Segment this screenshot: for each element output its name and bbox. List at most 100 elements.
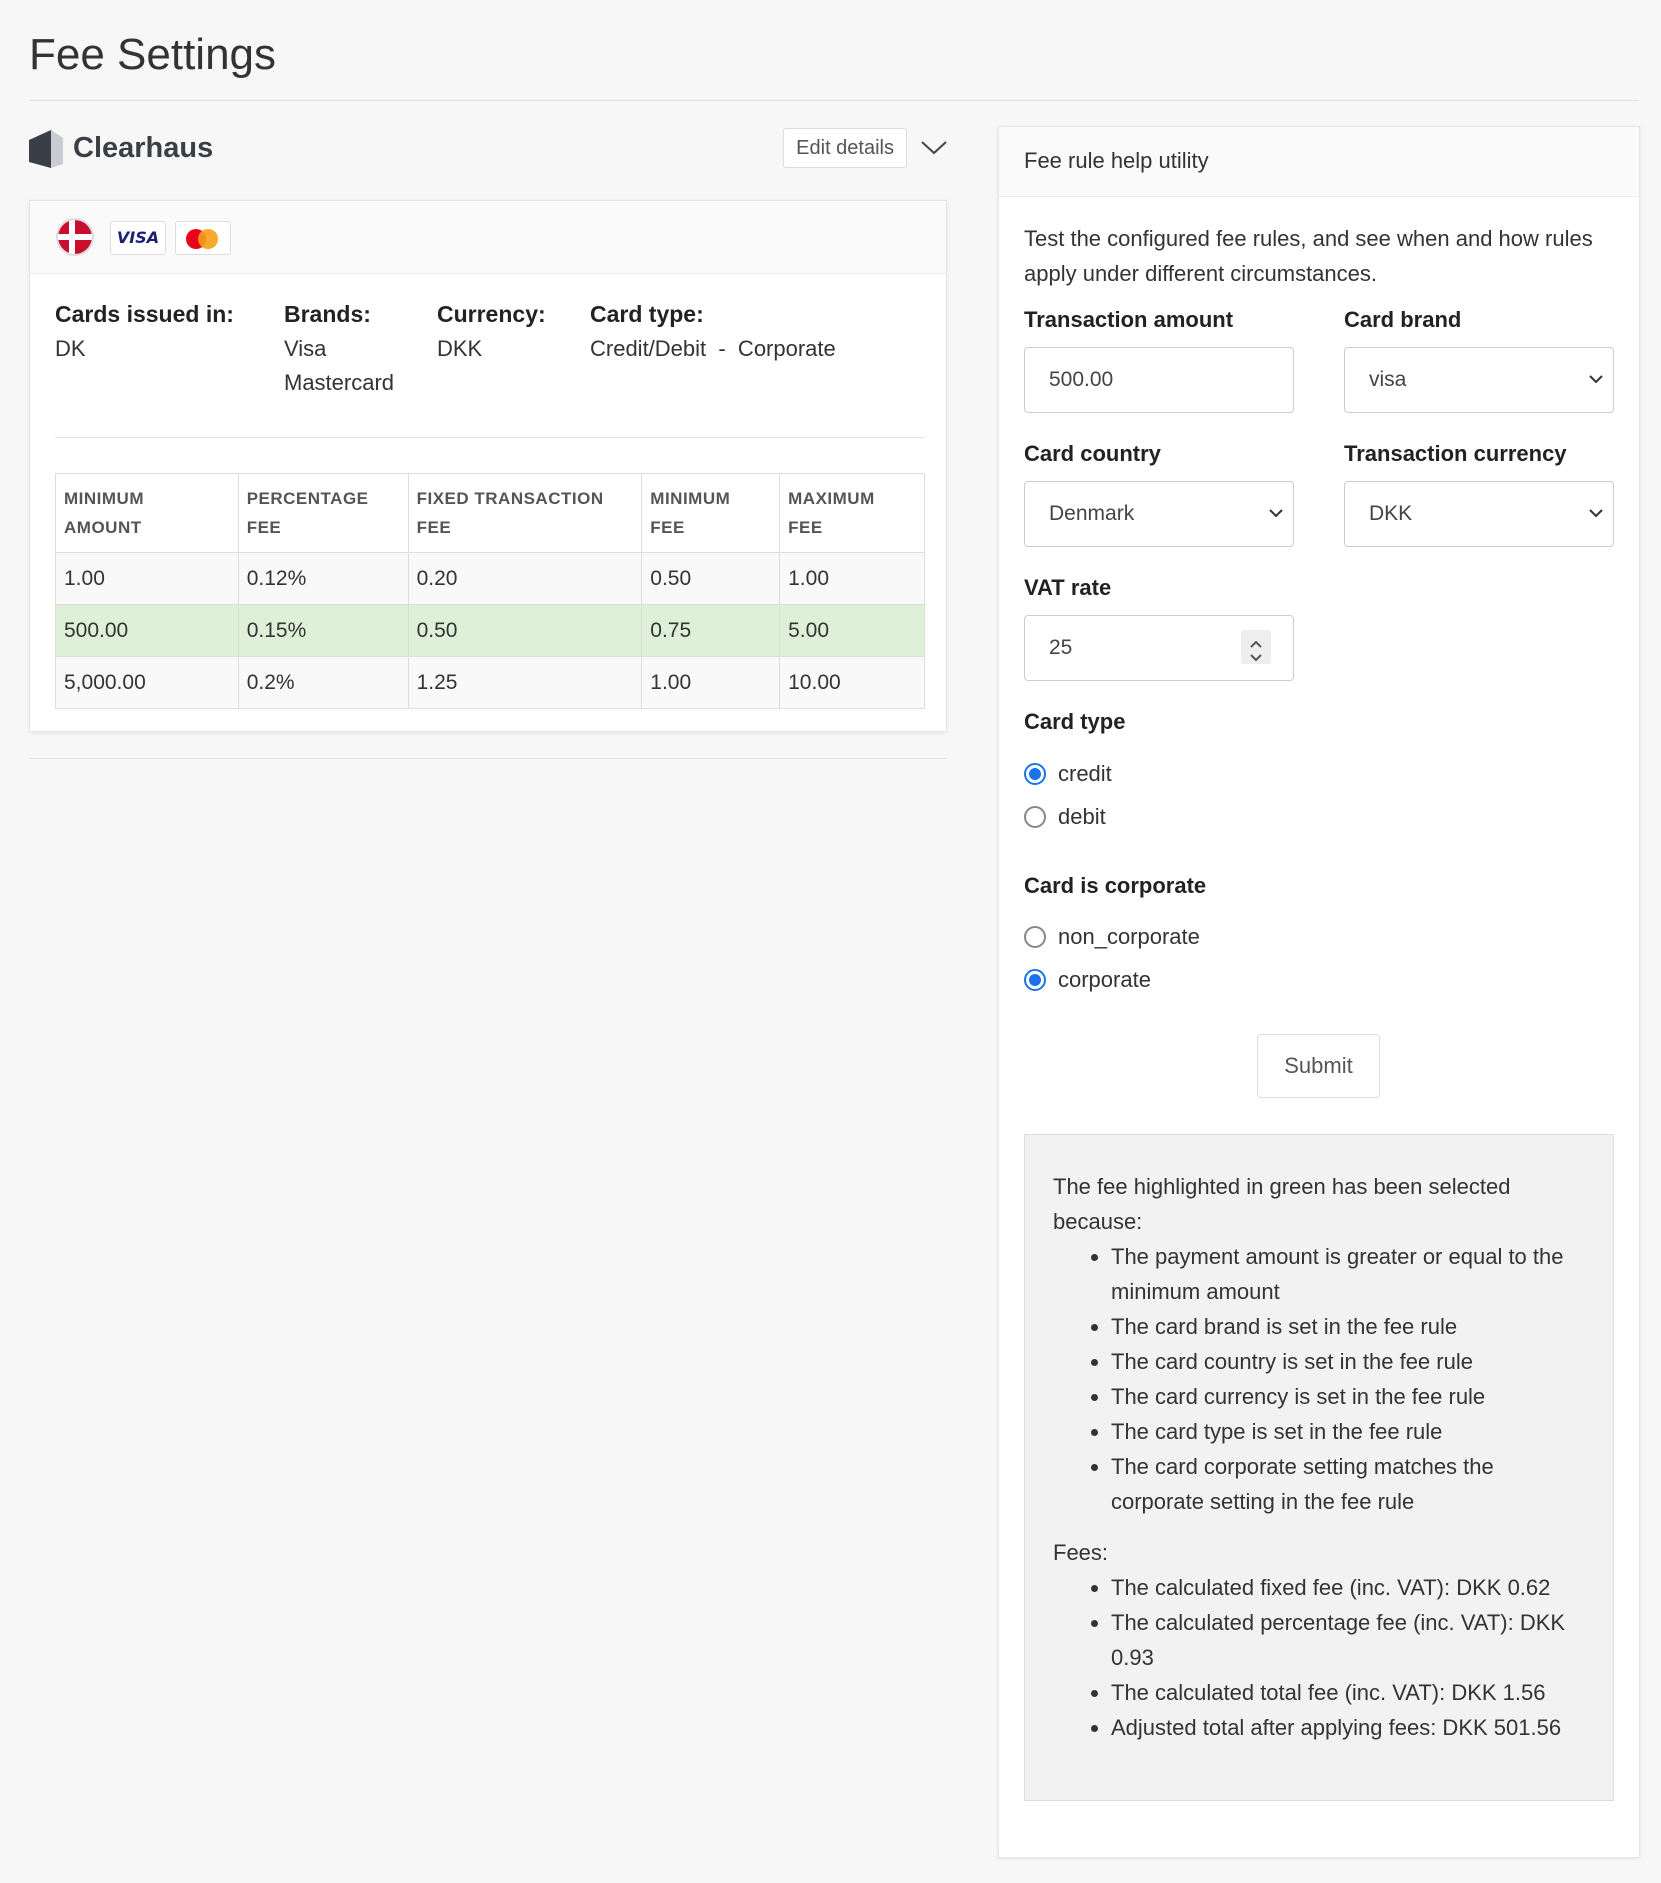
list-item: The payment amount is greater or equal t… [1111,1239,1585,1309]
fee-table-header-row: MINIMUM AMOUNT PERCENTAGE FEE FIXED TRANSA… [55,473,925,553]
page-title: Fee Settings [29,30,277,79]
clearhaus-logo-icon [29,130,63,168]
reason-list: The payment amount is greater or equal t… [1111,1239,1585,1519]
card-type-option-debit[interactable]: debit [1024,804,1106,830]
transaction-currency-field: Transaction currency DKK [1344,441,1614,547]
list-item: The card corporate setting matches the c… [1111,1449,1585,1519]
transaction-amount-input[interactable]: 500.00 [1024,347,1294,413]
table-cell: 0.20 [407,552,643,605]
provider-header: Clearhaus Edit details [29,126,949,176]
submit-button[interactable]: Submit [1257,1034,1380,1098]
currency-column: Currency: DKK [437,301,546,362]
table-row-highlighted: 500.00 0.15% 0.50 0.75 5.00 [55,604,925,657]
result-intro: The fee highlighted in green has been se… [1053,1174,1511,1234]
list-item: The card type is set in the fee rule [1111,1414,1585,1449]
radio-label: corporate [1058,967,1151,992]
table-cell: 0.15% [237,604,409,657]
table-cell: 1.00 [641,656,781,709]
brands-column: Brands: Visa Mastercard [284,301,394,396]
list-item: The calculated percentage fee (inc. VAT)… [1111,1605,1585,1675]
column-header: MINIMUM AMOUNT [55,473,239,553]
visa-icon: VISA [110,221,166,255]
help-description: Test the configured fee rules, and see w… [1024,226,1593,286]
table-cell: 1.00 [779,552,925,605]
list-item: The calculated fixed fee (inc. VAT): DKK… [1111,1570,1585,1605]
table-row: 5,000.00 0.2% 1.25 1.00 10.00 [55,656,925,709]
table-cell: 0.2% [237,656,409,709]
card-corporate-option-corporate[interactable]: corporate [1024,967,1151,993]
cards-issued-value: DK [55,336,86,361]
card-brand-label: Card brand [1344,307,1462,332]
table-cell: 5,000.00 [55,656,239,709]
vat-rate-input[interactable]: 25 [1024,615,1294,681]
radio-selected-icon[interactable] [1024,969,1046,991]
list-item: The card brand is set in the fee rule [1111,1309,1585,1344]
table-cell: 0.12% [237,552,409,605]
card-brand-select[interactable]: visa [1344,347,1614,413]
fees-label: Fees: [1053,1540,1109,1565]
fee-rule-help-panel: Fee rule help utility Test the configure… [998,126,1640,1858]
brand-value: Mastercard [284,370,395,395]
table-cell: 5.00 [779,604,925,657]
section-divider [29,758,947,759]
result-explanation: The fee highlighted in green has been se… [1024,1134,1614,1801]
brand-value: Visa [284,336,327,361]
number-stepper-icon[interactable] [1241,630,1271,664]
radio-label: credit [1058,761,1112,786]
radio-label: non_corporate [1058,924,1200,949]
transaction-currency-select[interactable]: DKK [1344,481,1614,547]
radio-selected-icon[interactable] [1024,763,1046,785]
vat-rate-field: VAT rate 25 [1024,575,1294,681]
card-brand-field: Card brand visa [1344,307,1614,413]
table-cell: 500.00 [55,604,239,657]
card-corporate-option-non-corporate[interactable]: non_corporate [1024,924,1200,950]
list-item: Adjusted total after applying fees: DKK … [1111,1710,1585,1745]
list-item: The calculated total fee (inc. VAT): DKK… [1111,1675,1585,1710]
list-item: The card country is set in the fee rule [1111,1344,1585,1379]
currency-value: DKK [437,336,483,361]
fee-table: MINIMUM AMOUNT PERCENTAGE FEE FIXED TRANSA… [55,473,925,709]
fee-rule-card: VISA Cards issued in: DK Brands: Visa Ma… [29,200,947,732]
flag-denmark-icon [56,218,94,256]
list-item: The card currency is set in the fee rule [1111,1379,1585,1414]
chevron-down-icon [1589,375,1603,384]
card-brand-value: visa [1369,368,1407,391]
table-cell: 0.50 [641,552,781,605]
card-corporate-label: Card is corporate [1024,873,1207,898]
info-divider [55,437,925,438]
card-type-option-credit[interactable]: credit [1024,761,1112,787]
transaction-currency-value: DKK [1369,502,1413,525]
table-cell: 1.25 [407,656,643,709]
table-row: 1.00 0.12% 0.20 0.50 1.00 [55,552,925,605]
radio-unselected-icon[interactable] [1024,926,1046,948]
vat-rate-label: VAT rate [1024,575,1112,600]
table-cell: 0.75 [641,604,781,657]
card-type-column: Card type: Credit/Debit - Corporate [590,301,836,362]
card-country-value: Denmark [1049,502,1135,525]
transaction-currency-label: Transaction currency [1344,441,1567,466]
cards-issued-label: Cards issued in: [55,301,234,327]
fee-rule-card-header: VISA [30,201,946,274]
mastercard-icon [175,221,231,255]
chevron-down-icon[interactable] [919,132,949,162]
transaction-amount-label: Transaction amount [1024,307,1234,332]
currency-label: Currency: [437,301,546,327]
card-country-select[interactable]: Denmark [1024,481,1294,547]
title-divider [29,100,1639,101]
table-cell: 1.00 [55,552,239,605]
help-panel-body: Test the configured fee rules, and see w… [1024,221,1614,992]
vat-rate-value: 25 [1049,636,1073,659]
column-header: MINIMUM FEE [641,473,781,553]
radio-unselected-icon[interactable] [1024,806,1046,828]
card-country-field: Card country Denmark [1024,441,1294,547]
visa-wordmark: VISA [116,228,160,247]
table-cell: 10.00 [779,656,925,709]
provider-name: Clearhaus [73,132,214,164]
card-country-label: Card country [1024,441,1161,466]
radio-label: debit [1058,804,1106,829]
brands-label: Brands: [284,301,371,327]
edit-details-button[interactable]: Edit details [783,128,907,168]
column-header: FIXED TRANSACTION FEE [407,473,643,553]
cards-issued-column: Cards issued in: DK [55,301,234,362]
column-header: MAXIMUM FEE [779,473,925,553]
